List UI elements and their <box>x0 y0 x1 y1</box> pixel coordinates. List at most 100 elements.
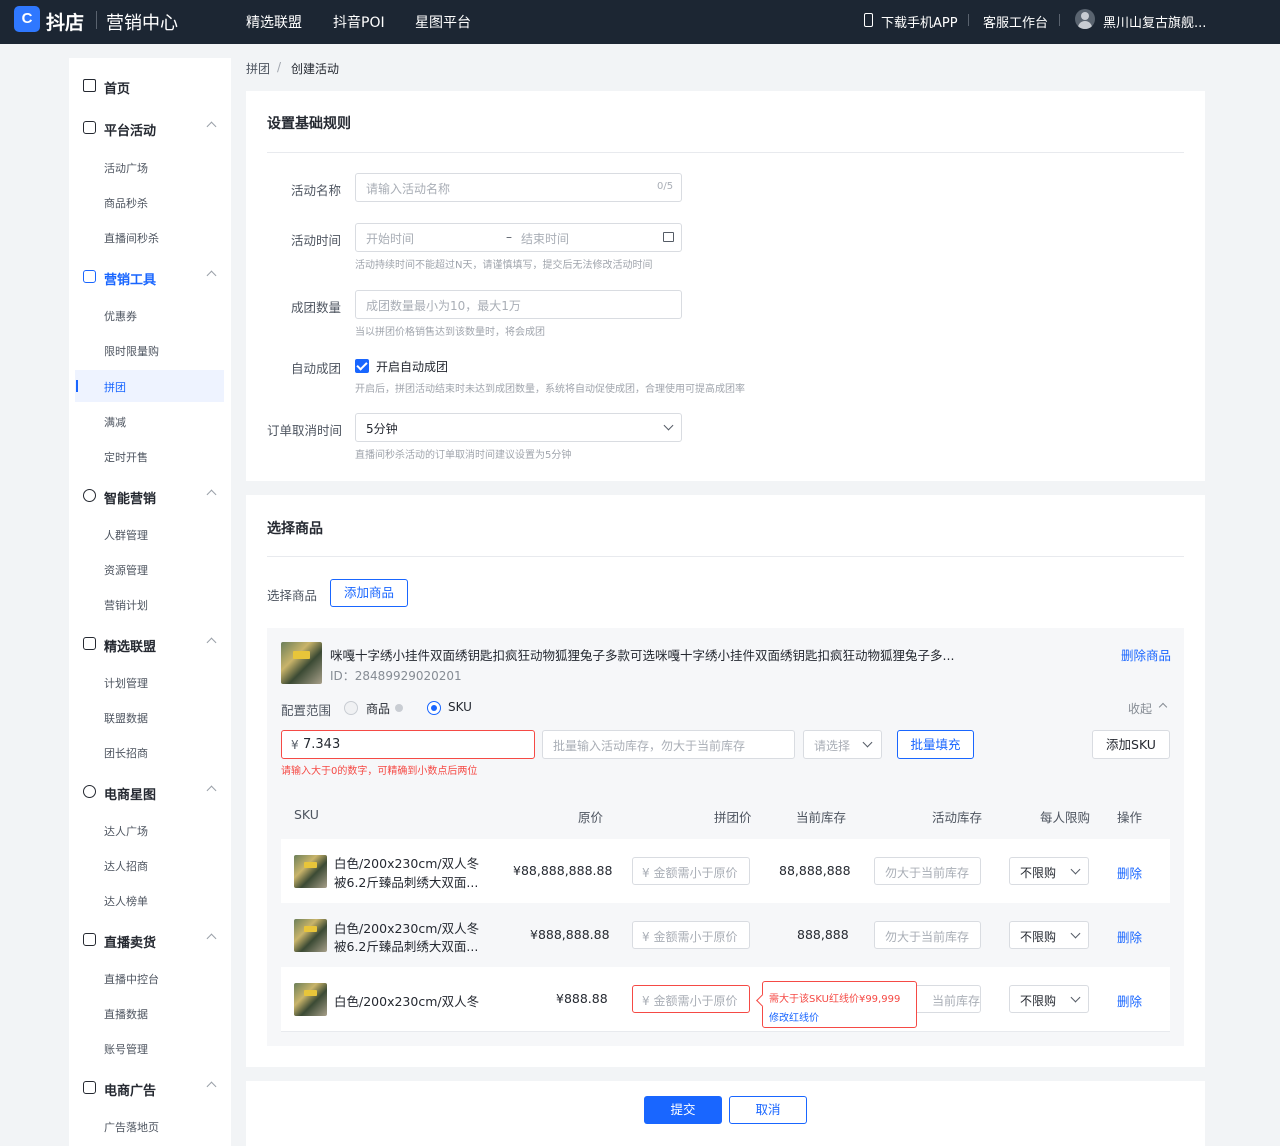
sidebar-item[interactable]: 满减 <box>69 405 231 437</box>
sidebar-group-live-sales[interactable]: 直播卖货 <box>69 925 231 955</box>
sidebar-item[interactable]: 优惠券 <box>69 299 231 331</box>
sidebar-group-star-map[interactable]: 电商星图 <box>69 777 231 807</box>
cancel-button[interactable]: 取消 <box>729 1096 807 1124</box>
sidebar-item[interactable]: 广告落地页 <box>69 1110 231 1142</box>
batch-limit-select[interactable]: 请选择 <box>803 730 882 759</box>
select-goods-label: 选择商品 <box>267 588 318 603</box>
activity-name-input[interactable]: 请输入活动名称 0/5 <box>355 173 682 202</box>
add-sku-button[interactable]: 添加SKU <box>1092 730 1170 759</box>
sidebar-item[interactable]: 达人广场 <box>69 814 231 846</box>
help-icon[interactable] <box>395 704 403 712</box>
sidebar-item-home[interactable]: 首页 <box>69 71 231 101</box>
group-size-input[interactable]: 成团数量最小为10，最大1万 <box>355 290 682 319</box>
add-goods-button[interactable]: 添加商品 <box>330 579 408 607</box>
sidebar-item[interactable]: 团长招商 <box>69 736 231 768</box>
sidebar-item[interactable]: 定时开售 <box>69 440 231 472</box>
collapse-toggle[interactable]: 收起 <box>1128 700 1152 717</box>
group-price-input-error[interactable]: ¥ 金额需小于原价 <box>632 985 750 1013</box>
topnav-item[interactable]: 抖音POI <box>333 12 385 32</box>
scope-label: 配置范围 <box>281 703 332 718</box>
batch-price-input[interactable]: ¥ 7.343 <box>281 730 535 759</box>
sidebar-item[interactable]: 达人榜单 <box>69 884 231 916</box>
sidebar-group-alliance[interactable]: 精选联盟 <box>69 629 231 659</box>
delete-sku-link[interactable]: 删除 <box>1117 863 1142 882</box>
auto-group-hint: 开启后，拼团活动结束时未达到成团数量，系统将自动促使成团，合理使用可提高成团率 <box>355 384 745 395</box>
scope-sku-radio[interactable] <box>427 701 441 715</box>
cancel-time-select[interactable]: 5分钟 <box>355 413 682 442</box>
logo-text[interactable]: 抖店 <box>46 8 84 35</box>
sidebar-item[interactable]: 达人招商 <box>69 849 231 881</box>
chevron-up-icon <box>206 1081 217 1092</box>
delete-product-link[interactable]: 删除商品 <box>1121 645 1171 664</box>
service-link[interactable]: 客服工作台 <box>983 12 1048 31</box>
column-header: 活动库存 <box>932 810 983 825</box>
sidebar-item-label: 广告落地页 <box>104 1121 159 1134</box>
sidebar-item-active[interactable]: 拼团 <box>75 370 224 402</box>
sidebar-group-smart-marketing[interactable]: 智能营销 <box>69 481 231 511</box>
avatar[interactable] <box>1075 9 1095 29</box>
breadcrumb-parent[interactable]: 拼团 <box>246 60 270 77</box>
char-counter: 0/5 <box>657 181 674 192</box>
product-name: 咪嘎十字绣小挂件双面绣钥匙扣疯狂动物狐狸兔子多款可选咪嘎十字绣小挂件双面绣钥匙扣… <box>330 648 955 663</box>
divider <box>1059 14 1060 26</box>
calendar-icon[interactable] <box>663 232 674 242</box>
group-size-hint: 当以拼团价格销售达到该数量时，将会成团 <box>355 327 545 338</box>
activity-stock-input[interactable]: 勿大于当前库存 <box>874 921 981 949</box>
auto-group-checkbox-label[interactable]: 开启自动成团 <box>376 358 448 375</box>
activity-time-range-picker[interactable]: 开始时间 – 结束时间 <box>355 223 682 252</box>
activity-stock-input[interactable]: 勿大于当前库存 <box>874 857 981 885</box>
sidebar-item-label: 达人榜单 <box>104 895 148 908</box>
ad-icon <box>83 1081 96 1094</box>
sidebar-group-platform-activity[interactable]: 平台活动 <box>69 113 231 143</box>
chevron-up-icon <box>206 121 217 132</box>
home-icon <box>83 79 96 92</box>
column-header: SKU <box>294 807 319 822</box>
placeholder: 请选择 <box>814 739 851 753</box>
scope-sku-label[interactable]: SKU <box>448 700 472 714</box>
chevron-down-icon <box>862 737 873 748</box>
logo-icon[interactable]: C <box>14 6 40 32</box>
purchase-limit-select[interactable]: 不限购 <box>1009 921 1089 949</box>
sidebar-item[interactable]: 商品秒杀 <box>69 186 231 218</box>
topnav-item[interactable]: 精选联盟 <box>246 12 302 32</box>
group-price-input[interactable]: ¥ 金额需小于原价 <box>632 857 750 885</box>
delete-sku-link[interactable]: 删除 <box>1117 927 1142 946</box>
download-app-link[interactable]: 下载手机APP <box>881 12 958 31</box>
sidebar-item[interactable]: 直播数据 <box>69 997 231 1029</box>
sidebar-item[interactable]: 人群管理 <box>69 518 231 550</box>
placeholder: ¥ 金额需小于原价 <box>642 994 738 1008</box>
topnav-item[interactable]: 星图平台 <box>415 12 471 32</box>
scope-goods-label[interactable]: 商品 <box>366 700 390 717</box>
purchase-limit-select[interactable]: 不限购 <box>1009 985 1089 1013</box>
sidebar-group-ads[interactable]: 电商广告 <box>69 1073 231 1103</box>
auto-group-checkbox[interactable] <box>355 359 369 373</box>
shop-name[interactable]: 黑川山复古旗舰... <box>1103 12 1206 31</box>
purchase-limit-select[interactable]: 不限购 <box>1009 857 1089 885</box>
sidebar-item[interactable]: 账号管理 <box>69 1032 231 1064</box>
sidebar-item[interactable]: 限时限量购 <box>69 334 231 366</box>
placeholder: 成团数量最小为10，最大1万 <box>366 299 521 313</box>
sidebar-item[interactable]: 直播中控台 <box>69 962 231 994</box>
sidebar-item-label: 活动广场 <box>104 162 148 175</box>
sidebar-item[interactable]: 营销计划 <box>69 588 231 620</box>
currency-prefix: ¥ <box>291 738 299 752</box>
chevron-up-icon <box>206 933 217 944</box>
sidebar-item[interactable]: 联盟数据 <box>69 701 231 733</box>
selected-value: 5分钟 <box>366 422 398 436</box>
batch-fill-button[interactable]: 批量填充 <box>897 730 974 759</box>
sidebar-group-label: 平台活动 <box>104 124 157 139</box>
sidebar-item[interactable]: 直播间秒杀 <box>69 221 231 253</box>
sidebar-group-marketing-tools[interactable]: 营销工具 <box>69 262 231 292</box>
edit-redline-price-link[interactable]: 修改红线价 <box>769 1009 819 1024</box>
submit-button[interactable]: 提交 <box>644 1096 722 1124</box>
scope-goods-radio[interactable] <box>344 701 358 715</box>
selected-value: 不限购 <box>1020 994 1057 1008</box>
sidebar-item[interactable]: 资源管理 <box>69 553 231 585</box>
batch-stock-input[interactable]: 批量输入活动库存，勿大于当前库存 <box>542 730 795 759</box>
delete-sku-link[interactable]: 删除 <box>1117 991 1142 1010</box>
sidebar-item[interactable]: 活动广场 <box>69 151 231 183</box>
sidebar-item[interactable]: 计划管理 <box>69 666 231 698</box>
cancel-time-label: 订单取消时间 <box>267 423 343 438</box>
group-price-input[interactable]: ¥ 金额需小于原价 <box>632 921 750 949</box>
tools-icon <box>83 270 96 283</box>
